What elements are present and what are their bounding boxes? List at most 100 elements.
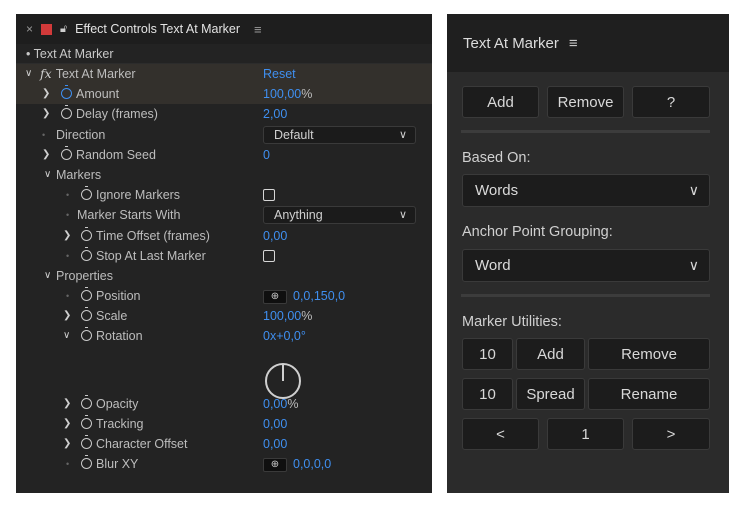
chevron-right-icon[interactable]: ❯ [63, 394, 71, 414]
properties-group-label: Properties [56, 268, 113, 283]
opacity-label: Opacity [96, 396, 139, 411]
ignore-markers-checkbox[interactable] [263, 189, 275, 202]
properties-group-row[interactable]: ∨ Properties [16, 266, 432, 286]
tracking-label: Tracking [96, 416, 144, 431]
stop-at-last-marker-checkbox[interactable] [263, 249, 275, 262]
tracking-value[interactable]: 0,00 [263, 414, 287, 434]
stopwatch-icon[interactable] [81, 186, 92, 201]
chevron-down-icon[interactable]: ∨ [44, 165, 51, 185]
rotation-dial-space [16, 347, 432, 394]
chevron-right-icon[interactable]: ❯ [42, 145, 50, 165]
panel-title[interactable]: Effect Controls Text At Marker [75, 22, 240, 36]
rotation-label: Rotation [96, 329, 143, 344]
direction-dropdown[interactable]: Default ∨ [263, 125, 416, 144]
random-seed-value[interactable]: 0 [263, 145, 270, 165]
stopwatch-icon[interactable] [61, 85, 72, 100]
chevron-right-icon[interactable]: ❯ [63, 414, 71, 434]
remove-button[interactable]: Remove [547, 86, 624, 118]
chevron-down-icon[interactable]: ∨ [63, 326, 70, 346]
panel-menu-icon[interactable]: ≡ [569, 35, 578, 52]
scale-value[interactable]: 100,00% [263, 306, 312, 326]
blur-xy-value[interactable]: 0,0,0,0 [293, 457, 331, 471]
chevron-down-icon[interactable]: ∨ [25, 64, 32, 84]
stop-at-last-marker-label: Stop At Last Marker [96, 248, 206, 263]
random-seed-label: Random Seed [76, 147, 156, 162]
position-value[interactable]: 0,0,150,0 [293, 289, 345, 303]
delay-label: Delay (frames) [76, 107, 158, 122]
based-on-label: Based On: [462, 150, 531, 166]
panel-title: Text At Marker [463, 34, 559, 52]
anchor-point-grouping-dropdown[interactable]: Word ∨ [462, 249, 710, 282]
chevron-right-icon[interactable]: ❯ [42, 84, 50, 104]
chevron-right-icon[interactable]: ❯ [63, 306, 71, 326]
spread-button[interactable]: Spread [516, 378, 585, 410]
chevron-right-icon[interactable]: ❯ [42, 104, 50, 124]
chevron-down-icon: ∨ [398, 128, 407, 141]
text-at-marker-panel: Text At Marker ≡ Add Remove ? Based On: … [447, 14, 729, 493]
panel-menu-icon[interactable]: ≡ [254, 22, 262, 37]
chevron-right-icon[interactable]: ❯ [63, 434, 71, 454]
amount-label: Amount [76, 87, 120, 102]
rotation-value[interactable]: 0x+0,0° [263, 326, 306, 346]
scale-row: ❯ Scale 100,00% [16, 306, 432, 326]
next-button[interactable]: > [632, 418, 710, 450]
chevron-down-icon: ∨ [398, 209, 407, 222]
direction-row: • Direction Default ∨ [16, 125, 432, 145]
previous-button[interactable]: < [462, 418, 539, 450]
add-markers-button[interactable]: Add [516, 338, 585, 370]
help-button[interactable]: ? [632, 86, 710, 118]
stopwatch-icon[interactable] [81, 394, 92, 409]
layer-color-label-icon [41, 23, 53, 35]
reset-link[interactable]: Reset [263, 64, 296, 84]
effect-header-row[interactable]: ∨ fx Text At Marker Reset [16, 64, 432, 85]
based-on-dropdown[interactable]: Words ∨ [462, 174, 710, 207]
markers-group-label: Markers [56, 167, 102, 182]
close-tab-icon[interactable]: × [26, 22, 33, 36]
markers-group-row[interactable]: ∨ Markers [16, 165, 432, 185]
spread-count-input[interactable]: 10 [462, 378, 513, 410]
time-offset-label: Time Offset (frames) [96, 228, 210, 243]
rotation-dial[interactable] [263, 361, 303, 401]
marker-utilities-label: Marker Utilities: [462, 314, 562, 330]
stopwatch-icon[interactable] [61, 105, 72, 120]
character-offset-value[interactable]: 0,00 [263, 434, 287, 454]
remove-markers-button[interactable]: Remove [588, 338, 710, 370]
divider [461, 294, 710, 297]
delay-value[interactable]: 2,00 [263, 104, 287, 124]
rename-button[interactable]: Rename [588, 378, 710, 410]
marker-starts-with-dropdown[interactable]: Anything ∨ [263, 206, 416, 225]
ignore-markers-label: Ignore Markers [96, 188, 181, 203]
page-number-field[interactable]: 1 [547, 418, 624, 450]
stopwatch-icon[interactable] [61, 145, 72, 160]
add-button[interactable]: Add [462, 86, 539, 118]
delay-row: ❯ Delay (frames) 2,00 [16, 104, 432, 124]
time-offset-value[interactable]: 0,00 [263, 226, 287, 246]
character-offset-row: ❯ Character Offset 0,00 [16, 434, 432, 454]
chevron-down-icon: ∨ [688, 257, 699, 273]
lock-icon[interactable]: 🔓︎ [60, 23, 67, 36]
marker-starts-with-label: Marker Starts With [77, 208, 181, 223]
add-count-input[interactable]: 10 [462, 338, 513, 370]
character-offset-label: Character Offset [96, 437, 188, 451]
stopwatch-icon[interactable] [81, 455, 92, 470]
crosshair-target-icon[interactable]: ⊕ [263, 289, 287, 304]
chevron-right-icon[interactable]: ❯ [63, 226, 71, 246]
crosshair-target-icon[interactable]: ⊕ [263, 457, 287, 472]
chevron-down-icon: ∨ [688, 182, 699, 198]
stopwatch-icon[interactable] [81, 226, 92, 241]
amount-value[interactable]: 100,00% [263, 84, 312, 104]
fx-icon[interactable]: fx [40, 66, 52, 81]
stopwatch-icon[interactable] [81, 435, 92, 449]
time-offset-row: ❯ Time Offset (frames) 0,00 [16, 226, 432, 246]
divider [461, 130, 710, 133]
stopwatch-icon[interactable] [81, 414, 92, 429]
stopwatch-icon[interactable] [81, 246, 92, 261]
ignore-markers-row: • Ignore Markers [16, 185, 432, 205]
direction-label: Direction [56, 127, 106, 142]
effect-controls-panel: × 🔓︎ Effect Controls Text At Marker ≡ • … [16, 14, 432, 493]
stopwatch-icon[interactable] [81, 287, 92, 302]
chevron-down-icon[interactable]: ∨ [44, 266, 51, 286]
blur-xy-row: • Blur XY ⊕ 0,0,0,0 [66, 455, 332, 472]
stopwatch-icon[interactable] [81, 327, 92, 342]
stopwatch-icon[interactable] [81, 307, 92, 322]
